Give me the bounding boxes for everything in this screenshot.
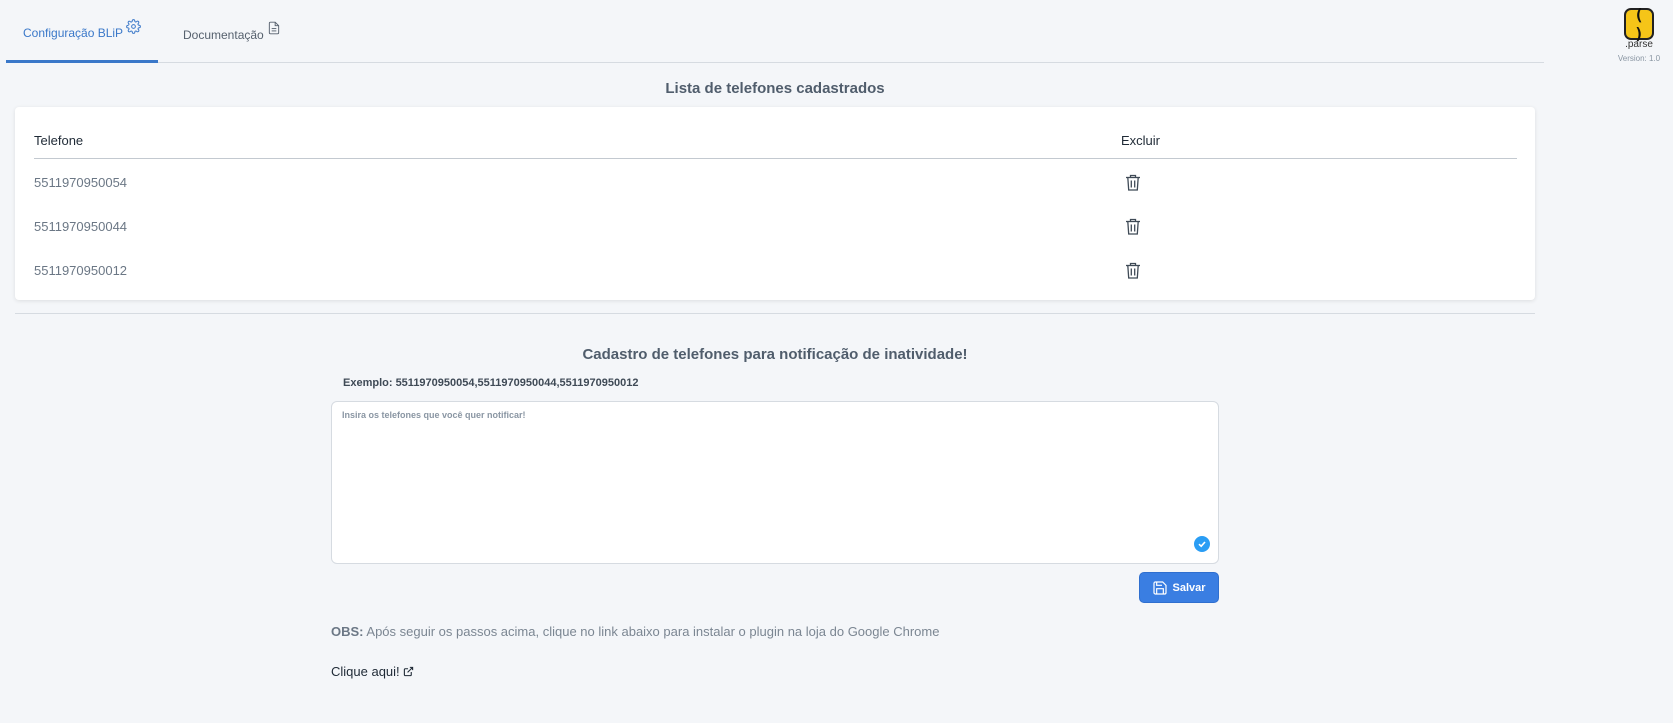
column-header-phone: Telefone — [34, 133, 84, 148]
trash-icon[interactable] — [1125, 262, 1141, 280]
table-row: 5511970950044 — [34, 206, 1517, 250]
trash-icon[interactable] — [1125, 218, 1141, 236]
table-row: 5511970950054 — [34, 162, 1517, 206]
phones-textarea[interactable] — [332, 402, 1218, 563]
parse-logo-icon: ( ) — [1624, 5, 1654, 43]
brand-name: .parse — [1625, 39, 1653, 50]
save-button-label: Salvar — [1172, 581, 1206, 594]
phones-textarea-container — [331, 401, 1219, 564]
check-icon — [1194, 536, 1210, 552]
tab-bar: Configuração BLiP Documentação — [6, 0, 1544, 63]
app-version: Version: 1.0 — [1617, 54, 1661, 63]
tab-label: Documentação — [183, 27, 264, 42]
obs-prefix: OBS: — [331, 624, 364, 639]
link-label: Clique aqui! — [331, 664, 400, 679]
phone-cell: 5511970950054 — [34, 175, 128, 190]
brand-logo: ( ) .parse Version: 1.0 — [1616, 5, 1662, 63]
example-text: Exemplo: 5511970950054,5511970950044,551… — [343, 377, 639, 389]
gear-icon — [126, 19, 141, 37]
save-icon — [1153, 580, 1168, 595]
page: Configuração BLiP Documentação ( ) .pars… — [0, 0, 1673, 723]
obs-note: OBS: Após seguir os passos acima, clique… — [331, 624, 939, 639]
tab-documentacao[interactable]: Documentação — [183, 0, 281, 63]
table-row: 5511970950012 — [34, 250, 1517, 294]
tab-label: Configuração BLiP — [23, 26, 124, 40]
obs-text: Após seguir os passos acima, clique no l… — [366, 624, 940, 639]
document-icon — [267, 20, 281, 39]
phone-cell: 5511970950012 — [34, 263, 128, 278]
chrome-store-link[interactable]: Clique aqui! — [331, 664, 414, 679]
external-link-icon — [403, 666, 413, 677]
trash-icon[interactable] — [1125, 174, 1141, 192]
register-title: Cadastro de telefones para notificação d… — [582, 346, 968, 363]
phone-list-title: Lista de telefones cadastrados — [665, 80, 885, 97]
table-header: Telefone Excluir — [34, 127, 1517, 159]
column-header-delete: Excluir — [1121, 133, 1161, 148]
phone-cell: 5511970950044 — [34, 219, 128, 234]
section-divider — [15, 313, 1535, 314]
save-button[interactable]: Salvar — [1139, 572, 1219, 603]
tab-configuracao-blip[interactable]: Configuração BLiP — [6, 0, 158, 63]
phone-table-card: Telefone Excluir 5511970950054 551197095… — [15, 107, 1535, 300]
